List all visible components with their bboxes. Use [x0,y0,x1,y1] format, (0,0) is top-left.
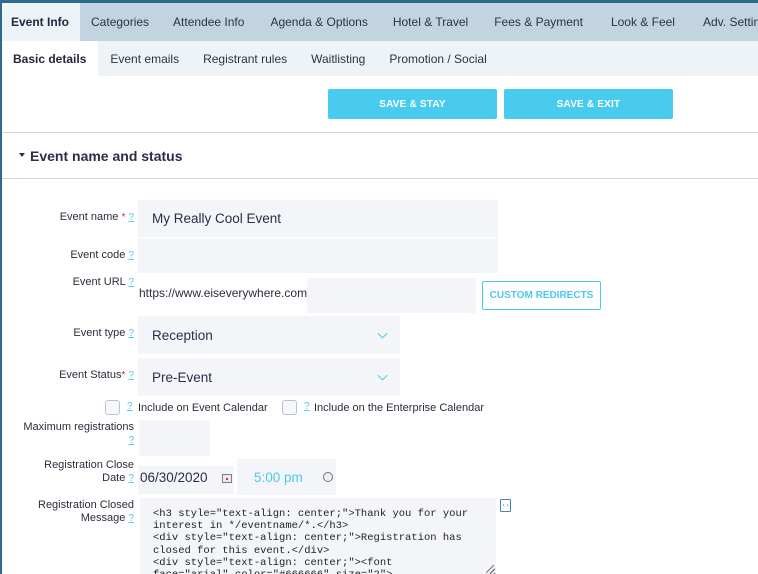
max-registrations-label: Maximum registrations ? [23,421,134,446]
subtab-waitlisting[interactable]: Waitlisting [299,41,377,76]
event-type-label: Event type ? [73,327,134,339]
help-icon[interactable]: ? [128,212,134,223]
event-code-label: Event code ? [70,249,134,261]
subtab-registrant-rules[interactable]: Registrant rules [191,41,299,76]
help-icon[interactable]: ? [128,250,134,261]
event-type-select[interactable]: Reception [138,316,400,354]
page-frame: Event Info Categories Attendee Info Agen… [2,3,758,574]
required-marker: * [121,370,126,381]
top-tab-bar: Event Info Categories Attendee Info Agen… [2,3,758,41]
event-status-label: Event Status* ? [59,369,134,381]
reg-close-date-value: 06/30/2020 [140,470,208,485]
section-toggle[interactable]: Event name and status [19,148,183,164]
help-icon[interactable]: ? [127,401,133,412]
event-name-label: Event name * ? [59,211,134,223]
save-exit-button[interactable]: SAVE & EXIT [504,89,673,119]
subtab-basic-details[interactable]: Basic details [2,41,99,76]
required-marker: * [121,212,126,223]
tab-hotel-travel[interactable]: Hotel & Travel [381,3,480,41]
divider [2,132,758,133]
sub-tab-bar: Basic details Event emails Registrant ru… [2,41,758,76]
tab-event-info[interactable]: Event Info [2,3,81,41]
event-status-value: Pre-Event [152,369,213,385]
help-icon[interactable]: ? [128,513,134,524]
include-event-calendar-label: Include on Event Calendar [138,402,268,414]
event-url-prefix: https://www.eiseverywhere.com/ [139,286,311,300]
max-registrations-input[interactable] [139,420,210,456]
reg-closed-message-label: Registration Closed Message ? [38,499,134,524]
save-stay-button[interactable]: SAVE & STAY [328,89,497,119]
help-icon[interactable]: ? [128,435,134,446]
event-status-select[interactable]: Pre-Event [138,358,400,396]
help-icon[interactable]: ? [128,277,134,288]
help-icon[interactable]: ? [304,401,310,412]
help-icon[interactable]: ? [128,370,134,381]
subtab-promotion-social[interactable]: Promotion / Social [377,41,498,76]
tab-look-feel[interactable]: Look & Feel [597,3,689,41]
event-url-label: Event URL ? [72,276,134,288]
help-icon[interactable]: ? [128,328,134,339]
reg-close-date-label: Registration Close Date ? [44,459,134,484]
tab-agenda-options[interactable]: Agenda & Options [257,3,380,41]
event-name-input[interactable] [138,200,498,237]
tab-attendee-info[interactable]: Attendee Info [160,3,257,41]
event-url-input[interactable] [307,278,476,313]
event-type-value: Reception [152,327,213,343]
section-title: Event name and status [30,148,183,164]
reg-close-date-input[interactable]: 06/30/2020 [138,466,234,494]
include-event-calendar-checkbox[interactable] [105,400,120,415]
html-source-icon[interactable]: ‹› [500,499,511,512]
tab-adv-settings[interactable]: Adv. Settings [689,3,758,41]
tab-fees-payment[interactable]: Fees & Payment [480,3,597,41]
help-icon[interactable]: ? [128,473,134,484]
include-enterprise-calendar-checkbox[interactable] [282,400,297,415]
reg-close-time-value: 5:00 pm [254,470,303,485]
custom-redirects-button[interactable]: CUSTOM REDIRECTS [482,281,601,310]
caret-down-icon [19,152,25,157]
reg-closed-message-textarea[interactable]: <h3 style="text-align: center;">Thank yo… [140,498,496,574]
clock-icon [323,472,333,482]
chevron-down-icon [377,328,388,339]
divider [2,178,758,179]
reg-close-time-input[interactable]: 5:00 pm [237,459,336,495]
resize-handle[interactable] [486,565,494,573]
chevron-down-icon [377,370,388,381]
tab-categories[interactable]: Categories [80,3,160,41]
include-enterprise-calendar-label: Include on the Enterprise Calendar [314,402,484,414]
calendar-icon [222,474,232,483]
subtab-event-emails[interactable]: Event emails [98,41,191,76]
event-code-input[interactable] [138,238,498,273]
